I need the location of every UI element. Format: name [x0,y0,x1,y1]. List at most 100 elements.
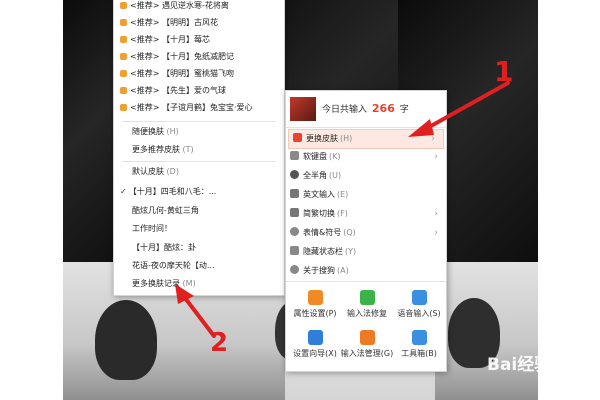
ime-menu-item-label: 软键盘 [303,152,327,161]
shortcut-label: (Y) [345,247,357,256]
traditional-simplified-icon [290,208,299,217]
ime-tool-button[interactable]: 输入法管理(G) [340,327,394,363]
ime-menu-item-label: 关于搜狗 [303,266,335,275]
ime-tool-label: 语音输入 [397,309,430,318]
shirt-icon [293,133,302,142]
default-skin-label: 默认皮肤 [132,167,164,176]
ime-menu-item[interactable]: 表情&符号 (Q) › [286,224,446,242]
random-skin-label: 随便换肤 [132,127,164,136]
recommended-skin-item[interactable]: <推荐> 【先生】爱の气球 [114,84,284,98]
baidu-watermark: Bai经验 [487,355,552,375]
more-recommended-label: 更多推荐皮肤 [132,145,180,154]
recommended-skin-item[interactable]: <推荐> 【明明】蜜桃猫飞吻 [114,67,284,81]
ime-tool-button[interactable]: 属性设置(P) [288,287,342,323]
toolbox-icon [359,290,375,305]
skin-history-label: 花语-夜の摩天轮【动... [132,261,215,270]
shortcut-label: (B) [425,349,437,358]
ime-menu-item-label: 表情&符号 [303,228,342,237]
ime-menu-item[interactable]: 关于搜狗 (A) [286,262,446,280]
shortcut-label: (Q) [343,228,356,237]
ime-tool-label: 输入法修复 [347,309,387,318]
ime-menu-item-label: 简繁切换 [303,209,335,218]
ime-tool-button[interactable]: 工具箱(B) [392,327,446,363]
skin-history-item[interactable]: 【十月】酷炫：卦 [114,241,284,255]
skin-history-label: 【十月】酷炫：卦 [132,242,196,252]
recommended-skin-label: <推荐> 【先生】爱の气球 [130,86,226,95]
chevron-right-icon: › [434,228,438,238]
recommended-skin-item[interactable]: <推荐> 【明明】古风花 [114,16,284,30]
about-icon [290,265,299,274]
annotation-number-1: 1 [494,55,514,88]
ime-tool-button[interactable]: 输入法修复 [340,287,394,323]
thumb-up-icon [120,19,127,26]
skin-submenu: <推荐> 遇见逆水寒-花将离 <推荐> 【明明】古风花 <推荐> 【十月】莓芯 <推荐… [113,0,285,296]
person-head-silhouette [95,300,157,380]
skin-history-item[interactable]: 工作时间！ [114,222,284,236]
ime-menu-item[interactable]: 全半角 (U) [286,167,446,185]
recommended-skin-item[interactable]: <推荐> 【子谊月鹤】兔宝宝·爱心 [114,101,284,115]
shortcut-label: (K) [329,152,341,161]
ime-tool-label: 工具箱 [401,349,426,358]
input-count-prefix: 今日共输入 [322,105,368,115]
keyboard-icon [290,151,299,160]
gear-icon [307,290,323,305]
default-skin-item[interactable]: 默认皮肤 (D) [114,165,284,179]
shortcut-label: (D) [166,167,179,176]
chevron-right-icon: › [434,152,438,162]
chevron-right-icon: › [434,209,438,219]
shortcut-label: (H) [166,127,179,136]
hide-statusbar-icon [290,246,299,255]
user-avatar[interactable] [290,97,316,121]
shortcut-label: (E) [337,190,349,199]
skin-history-label: 酷炫几何-黄虹三角 [132,205,199,215]
shortcut-label: (T) [182,145,194,154]
ime-menu-item[interactable]: 隐藏状态栏 (Y) [286,243,446,261]
skin-history-item[interactable]: 酷炫几何-黄虹三角 [114,204,284,218]
recommended-skin-label: <推荐> 【十月】兔纸减肥记 [130,52,234,61]
grid-icon [411,330,427,345]
random-skin-item[interactable]: 随便换肤 (H) [114,125,284,139]
ime-tool-button[interactable]: 语音输入(S) [392,287,446,323]
recommended-skin-label: <推荐> 【明明】古风花 [130,18,218,27]
thumb-up-icon [120,87,127,94]
thumb-up-icon [120,2,127,9]
recommended-skin-label: <推荐> 【明明】蜜桃猫飞吻 [130,69,234,78]
check-icon: ✓ [120,187,127,196]
shortcut-label: (F) [337,209,348,218]
shortcut-label: (S) [429,309,441,318]
recommended-skin-item[interactable]: <推荐> 【十月】兔纸减肥记 [114,50,284,64]
recommended-skin-item[interactable]: <推荐> 【十月】莓芯 [114,33,284,47]
emoji-icon [290,227,299,236]
ime-menu-item-label: 更换皮肤 [306,134,338,143]
ime-menu-item-label: 全半角 [303,171,327,180]
ime-tool-label: 属性设置 [293,309,326,318]
recommended-skin-item[interactable]: <推荐> 遇见逆水寒-花将离 [114,0,284,13]
recommended-skin-label: <推荐> 遇见逆水寒-花将离 [130,1,229,10]
thumb-up-icon [120,53,127,60]
shortcut-label: (U) [329,171,342,180]
ime-tool-label: 设置向导 [293,349,326,358]
ime-menu-item[interactable]: 简繁切换 (F) › [286,205,446,223]
more-recommended-item[interactable]: 更多推荐皮肤 (T) [114,143,284,157]
recommended-skin-label: <推荐> 【子谊月鹤】兔宝宝·爱心 [130,103,253,112]
shortcut-label: (H) [340,134,353,143]
ime-menu-item-label: 隐藏状态栏 [303,247,343,256]
recommended-skin-label: <推荐> 【十月】莓芯 [130,35,210,44]
skin-history-item[interactable]: ✓ 【十月】四毛和八毛：... [114,185,284,199]
skin-history-item[interactable]: 花语-夜の摩天轮【动... [114,259,284,273]
ime-menu-item-label: 英文输入 [303,190,335,199]
thumb-up-icon [120,70,127,77]
thumb-up-icon [120,104,127,111]
ime-tool-button[interactable]: 设置向导(X) [288,327,342,363]
ime-menu-item[interactable]: 软键盘 (K) › [286,148,446,166]
ime-tool-label: 输入法管理 [340,349,381,358]
annotation-number-2: 2 [210,328,229,358]
input-count-value: 266 [371,102,395,115]
skin-history-label: 【十月】四毛和八毛：... [128,187,217,196]
shortcut-label: (P) [325,309,337,318]
shortcut-label: (X) [325,349,337,358]
microphone-icon [411,290,427,305]
moon-icon [290,170,299,179]
shortcut-label: (A) [337,266,349,275]
ime-menu-item[interactable]: 英文输入 (E) [286,186,446,204]
